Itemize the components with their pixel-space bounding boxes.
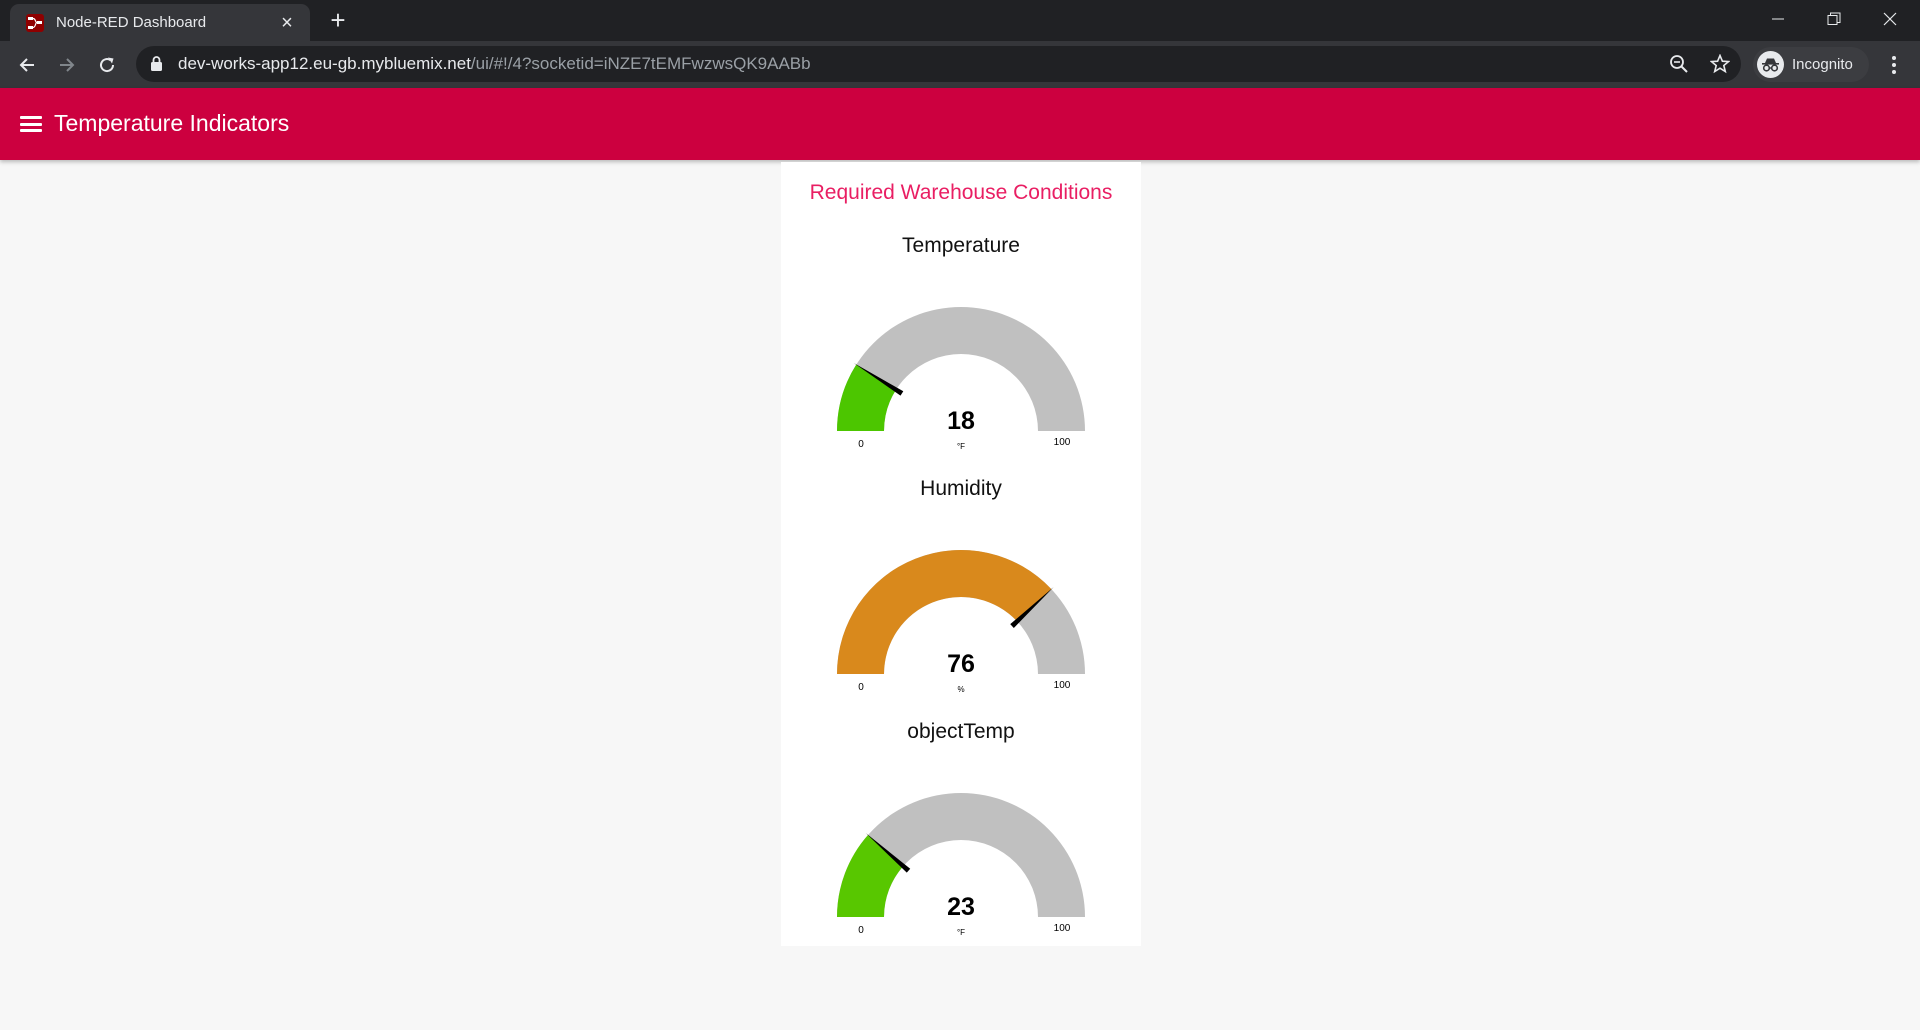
close-window-button[interactable] bbox=[1862, 0, 1918, 38]
group-title: Required Warehouse Conditions bbox=[809, 181, 1113, 204]
gauge-units: °F bbox=[957, 928, 965, 937]
forward-arrow-icon bbox=[60, 58, 75, 72]
gauge-dial: 76% 0 100 bbox=[837, 550, 1085, 694]
reload-icon bbox=[100, 57, 115, 73]
gauge-min-label: 0 bbox=[858, 439, 864, 450]
gauge-dial: 23 °F 0 100 bbox=[837, 793, 1085, 937]
restore-button[interactable] bbox=[1806, 0, 1862, 38]
gauge-objecttemp: objectTemp 23 °F 0 100 bbox=[781, 712, 1141, 955]
gauge-temperature: Temperature 18 °F 0 100 bbox=[781, 226, 1141, 469]
url-path: /ui/#!/4?socketid=iNZE7tEMFwzwsQK9AABb bbox=[470, 54, 811, 73]
gauge-units: % bbox=[957, 685, 964, 694]
gauge-title: objectTemp bbox=[907, 720, 1015, 743]
lock-icon[interactable] bbox=[150, 56, 163, 71]
url-text[interactable]: dev-works-app12.eu-gb.mybluemix.net/ui/#… bbox=[178, 54, 811, 74]
gauge-value: 23 bbox=[947, 893, 975, 921]
node-red-favicon-icon bbox=[26, 13, 44, 32]
browser-menu-button[interactable] bbox=[1878, 49, 1910, 81]
profile-label: Incognito bbox=[1792, 56, 1853, 73]
gauge-min-label: 0 bbox=[858, 925, 864, 936]
gauge-title: Temperature bbox=[902, 234, 1020, 257]
minimize-icon bbox=[1772, 18, 1784, 20]
gauge-max-label: 100 bbox=[1054, 923, 1071, 934]
tab-close-icon[interactable]: × bbox=[276, 13, 298, 33]
zoom-button[interactable] bbox=[1667, 52, 1691, 76]
back-arrow-icon bbox=[19, 58, 34, 72]
browser-tab-strip: Node-RED Dashboard × + bbox=[0, 0, 1920, 41]
reload-button[interactable] bbox=[91, 49, 123, 81]
gauge-value: 76 bbox=[947, 650, 975, 678]
bookmark-button[interactable] bbox=[1708, 52, 1732, 76]
gauge-units: °F bbox=[957, 442, 965, 451]
close-icon bbox=[1883, 12, 1897, 26]
tab-title: Node-RED Dashboard bbox=[56, 14, 207, 31]
star-icon bbox=[1710, 54, 1730, 74]
page-title: Temperature Indicators bbox=[54, 110, 290, 136]
back-button[interactable] bbox=[11, 49, 43, 81]
gauge-title: Humidity bbox=[920, 477, 1002, 500]
gauge-value-arc bbox=[837, 550, 1052, 674]
gauge-humidity: Humidity 76% 0 100 bbox=[781, 469, 1141, 712]
gauge-max-label: 100 bbox=[1054, 680, 1071, 691]
gauge-min-label: 0 bbox=[858, 682, 864, 693]
browser-toolbar: dev-works-app12.eu-gb.mybluemix.net/ui/#… bbox=[0, 41, 1920, 88]
dashboard-group-card: Required Warehouse Conditions Temperatur… bbox=[781, 162, 1141, 946]
address-bar[interactable]: dev-works-app12.eu-gb.mybluemix.net/ui/#… bbox=[136, 46, 1741, 82]
restore-icon bbox=[1827, 12, 1841, 25]
menu-hamburger-icon[interactable] bbox=[18, 112, 44, 136]
new-tab-button[interactable]: + bbox=[323, 6, 353, 36]
browser-tab[interactable]: Node-RED Dashboard × bbox=[10, 4, 310, 41]
zoom-magnifier-icon bbox=[1670, 55, 1688, 73]
gauge-value: 18 bbox=[947, 407, 975, 435]
incognito-icon bbox=[1757, 51, 1784, 78]
three-dots-icon bbox=[1892, 56, 1896, 74]
minimize-button[interactable] bbox=[1750, 0, 1806, 38]
forward-button[interactable] bbox=[51, 49, 83, 81]
dashboard-header: Temperature Indicators bbox=[0, 88, 1920, 160]
gauge-dial: 18 °F 0 100 bbox=[837, 307, 1085, 451]
incognito-profile-button[interactable]: Incognito bbox=[1753, 47, 1869, 82]
url-host: dev-works-app12.eu-gb.mybluemix.net bbox=[178, 54, 471, 73]
gauge-max-label: 100 bbox=[1054, 437, 1071, 448]
